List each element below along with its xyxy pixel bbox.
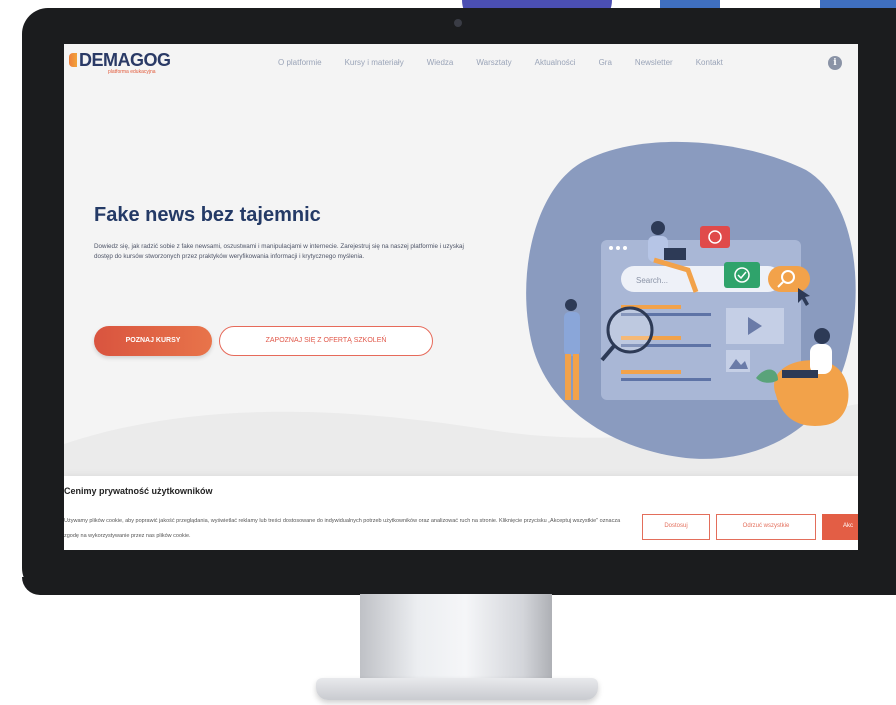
cookie-text: Używamy plików cookie, aby poprawić jako… <box>64 518 621 539</box>
website-screen: DEMAGOG platforma edukacyjna O platformi… <box>64 44 858 550</box>
nav-item-kursy[interactable]: Kursy i materiały <box>345 58 404 72</box>
cookie-customize-button[interactable]: Dostosuj <box>642 514 710 540</box>
info-icon[interactable]: i <box>828 56 842 70</box>
nav-item-o-platformie[interactable]: O platformie <box>278 58 322 72</box>
logo-tagline: platforma edukacyjna <box>108 69 156 75</box>
nav-item-wiedza[interactable]: Wiedza <box>427 58 454 72</box>
check-icon <box>724 262 760 288</box>
cookie-accept-button[interactable]: Akc <box>822 514 858 540</box>
monitor-chin <box>22 577 896 595</box>
nav-item-warsztaty[interactable]: Warsztaty <box>476 58 511 72</box>
hero-title: Fake news bez tajemnic <box>94 204 321 226</box>
x-icon <box>700 226 730 248</box>
cookie-reject-button[interactable]: Odrzuć wszystkie <box>716 514 816 540</box>
logo-icon <box>69 53 77 67</box>
hero-illustration: Search... <box>526 141 856 459</box>
nav-item-aktualnosci[interactable]: Aktualności <box>535 58 576 72</box>
site-header: DEMAGOG platforma edukacyjna O platformi… <box>64 44 858 86</box>
monitor-base <box>316 678 598 700</box>
nav-item-kontakt[interactable]: Kontakt <box>696 58 723 72</box>
cookie-title: Cenimy prywatność użytkowników <box>64 486 213 496</box>
explore-courses-button[interactable]: POZNAJ KURSY <box>94 326 212 356</box>
nav-item-gra[interactable]: Gra <box>599 58 612 72</box>
cookie-banner: Cenimy prywatność użytkowników Używamy p… <box>64 476 858 550</box>
camera-icon <box>454 19 462 27</box>
training-offer-button[interactable]: ZAPOZNAJ SIĘ Z OFERTĄ SZKOLEŃ <box>219 326 433 356</box>
magnifier-icon <box>606 306 654 354</box>
logo[interactable]: DEMAGOG <box>79 50 171 71</box>
main-nav: O platformie Kursy i materiały Wiedza Wa… <box>278 58 746 72</box>
search-placeholder: Search... <box>636 276 668 285</box>
hero-description: Dowiedz się, jak radzić sobie z fake new… <box>94 243 464 260</box>
nav-item-newsletter[interactable]: Newsletter <box>635 58 673 72</box>
monitor-stand <box>360 594 552 680</box>
